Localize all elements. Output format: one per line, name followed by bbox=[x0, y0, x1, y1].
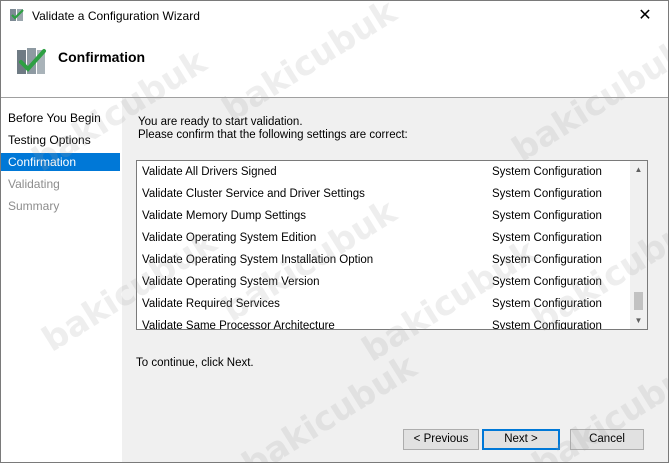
test-name: Validate Required Services bbox=[142, 298, 280, 310]
list-item[interactable]: Validate Memory Dump Settings System Con… bbox=[137, 205, 628, 227]
list-scrollbar[interactable]: ▲ ▼ bbox=[630, 161, 647, 329]
cluster-wizard-icon bbox=[10, 9, 24, 21]
scroll-thumb[interactable] bbox=[634, 292, 643, 310]
test-category: System Configuration bbox=[492, 210, 602, 222]
continue-hint: To continue, click Next. bbox=[136, 357, 254, 369]
page-title: Confirmation bbox=[58, 49, 146, 65]
cancel-button[interactable]: Cancel bbox=[570, 429, 644, 450]
test-name: Validate Operating System Edition bbox=[142, 232, 317, 244]
intro-line-1: You are ready to start validation. bbox=[138, 116, 303, 128]
previous-button[interactable]: < Previous bbox=[403, 429, 479, 450]
list-item[interactable]: Validate Required Services System Config… bbox=[137, 293, 628, 315]
test-name: Validate Memory Dump Settings bbox=[142, 210, 307, 222]
title-bar: Validate a Configuration Wizard ✕ bbox=[1, 1, 668, 31]
intro-line-2: Please confirm that the following settin… bbox=[138, 129, 408, 141]
confirmation-list[interactable]: Validate All Drivers Signed System Confi… bbox=[136, 160, 648, 330]
wizard-header: Confirmation bbox=[1, 31, 668, 97]
list-item[interactable]: Validate Operating System Installation O… bbox=[137, 249, 628, 271]
list-item[interactable]: Validate Same Processor Architecture Sys… bbox=[137, 315, 628, 330]
list-item[interactable]: Validate Operating System Version System… bbox=[137, 271, 628, 293]
step-confirmation[interactable]: Confirmation bbox=[1, 153, 120, 171]
list-item[interactable]: Validate Operating System Edition System… bbox=[137, 227, 628, 249]
step-testing-options[interactable]: Testing Options bbox=[1, 131, 120, 149]
step-validating: Validating bbox=[8, 177, 60, 191]
test-name: Validate Same Processor Architecture bbox=[142, 320, 335, 330]
test-name: Validate Operating System Installation O… bbox=[142, 254, 374, 266]
scroll-down-arrow-icon[interactable]: ▼ bbox=[630, 312, 647, 329]
test-category: System Configuration bbox=[492, 298, 602, 310]
step-before-you-begin[interactable]: Before You Begin bbox=[1, 109, 120, 127]
intro-text: You are ready to start validation. Pleas… bbox=[138, 116, 408, 142]
content-panel: You are ready to start validation. Pleas… bbox=[122, 98, 668, 462]
wizard-window: Validate a Configuration Wizard ✕ Confir… bbox=[0, 0, 669, 463]
test-name: Validate Cluster Service and Driver Sett… bbox=[142, 188, 365, 200]
window-title: Validate a Configuration Wizard bbox=[32, 9, 200, 23]
test-name: Validate Operating System Version bbox=[142, 276, 320, 288]
next-button[interactable]: Next > bbox=[482, 429, 560, 450]
step-summary: Summary bbox=[8, 199, 60, 213]
validation-checkmark-icon bbox=[17, 48, 46, 74]
scroll-up-arrow-icon[interactable]: ▲ bbox=[630, 161, 647, 178]
list-item[interactable]: Validate Cluster Service and Driver Sett… bbox=[137, 183, 628, 205]
test-category: System Configuration bbox=[492, 188, 602, 200]
test-category: System Configuration bbox=[492, 320, 602, 330]
close-button[interactable]: ✕ bbox=[622, 1, 668, 31]
test-category: System Configuration bbox=[492, 254, 602, 266]
test-category: System Configuration bbox=[492, 166, 602, 178]
test-name: Validate All Drivers Signed bbox=[142, 166, 277, 178]
test-category: System Configuration bbox=[492, 232, 602, 244]
list-item[interactable]: Validate All Drivers Signed System Confi… bbox=[137, 161, 628, 183]
wizard-steps: Before You Begin Testing Options Confirm… bbox=[1, 98, 122, 462]
test-category: System Configuration bbox=[492, 276, 602, 288]
